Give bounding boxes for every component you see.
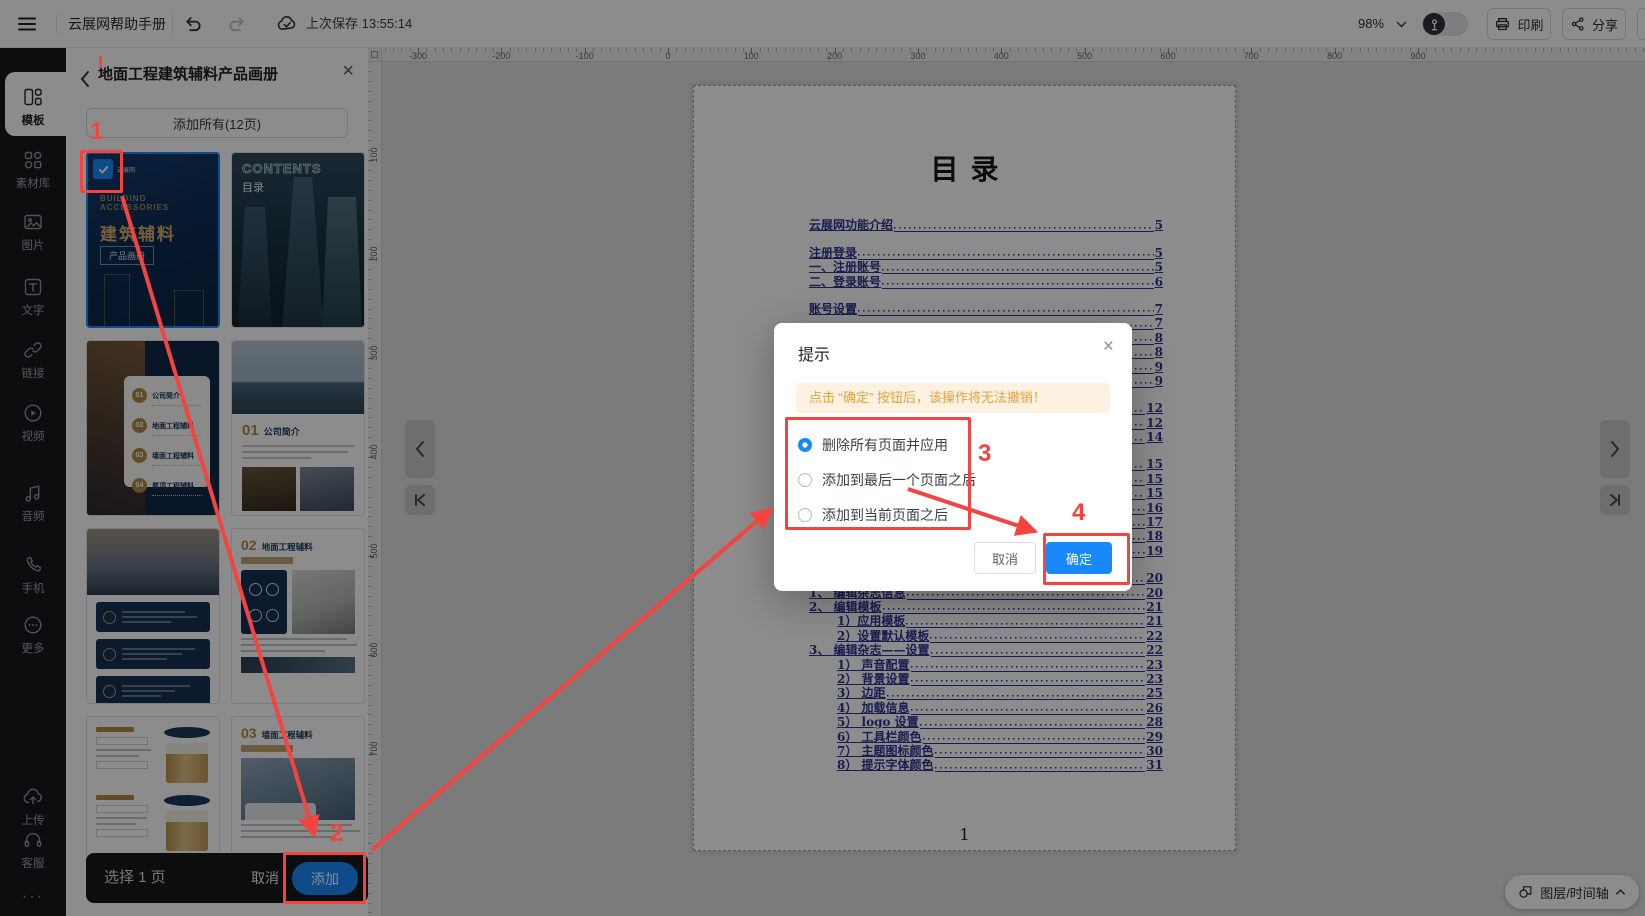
radio-icon[interactable] [798,473,812,487]
dialog-cancel-button[interactable]: 取消 [974,542,1036,574]
radio-label: 删除所有页面并应用 [822,435,948,455]
dialog-radio-option-1[interactable]: 删除所有页面并应用 [798,435,948,455]
confirm-dialog: 提示 × 点击 “确定” 按钮后，该操作将无法撤销！ 删除所有页面并应用添加到最… [774,323,1132,591]
dialog-warning: 点击 “确定” 按钮后，该操作将无法撤销！ [796,383,1110,413]
dialog-title: 提示 [798,341,830,365]
annotation-tick [99,56,102,68]
dialog-confirm-button[interactable]: 确定 [1046,542,1112,574]
dialog-radio-option-2[interactable]: 添加到最后一个页面之后 [798,470,976,490]
dialog-close-icon[interactable]: × [1103,337,1114,357]
radio-label: 添加到当前页面之后 [822,505,948,525]
radio-label: 添加到最后一个页面之后 [822,470,976,490]
radio-icon[interactable] [798,438,812,452]
radio-icon[interactable] [798,508,812,522]
dialog-radio-option-3[interactable]: 添加到当前页面之后 [798,505,948,525]
